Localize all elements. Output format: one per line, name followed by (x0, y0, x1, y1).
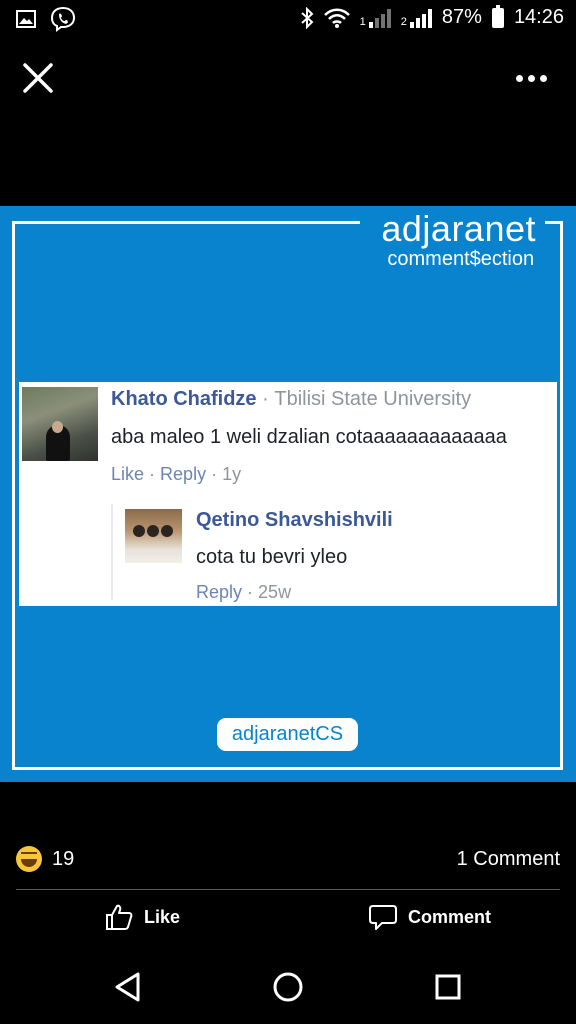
status-bar: 1 2 87% 14:26 (0, 0, 576, 42)
brand-subtitle: comment$ection (387, 248, 535, 270)
comment-button[interactable]: Comment (368, 902, 491, 932)
battery-icon (491, 4, 504, 28)
back-button[interactable] (103, 965, 153, 1009)
reply-author: Qetino Shavshishvili (196, 509, 393, 531)
signal-1-icon: 1 (360, 8, 391, 28)
recents-icon (435, 974, 461, 1000)
back-icon (115, 972, 140, 1002)
post-image[interactable]: adjaranet comment$ection Khato Chafidze … (0, 206, 576, 782)
home-icon (273, 972, 303, 1002)
comment-count-link[interactable]: 1 Comment (457, 848, 560, 871)
separator: · (262, 388, 269, 410)
navigation-bar (0, 955, 576, 1024)
close-button[interactable] (20, 60, 56, 96)
gallery-icon (16, 10, 36, 28)
comment-text: aba maleo 1 weli dzalian cotaaaaaaaaaaaa… (111, 426, 507, 448)
more-options-dot (540, 74, 547, 82)
battery-percent: 87% (441, 6, 482, 28)
sim1-label: 1 (359, 15, 366, 28)
comment-actions: Like · Reply · 1y (111, 464, 242, 484)
reply-actions: Reply · 25w (196, 582, 292, 602)
comment-label: Comment (408, 906, 492, 927)
comment-author-line: Khato Chafidze · Tbilisi State Universit… (111, 388, 471, 411)
avatar (22, 387, 98, 461)
comment-like-link: Like (111, 464, 145, 484)
wifi-icon (323, 8, 350, 28)
brand-logo: adjaranet comment$ection (381, 208, 536, 271)
clock: 14:26 (513, 6, 564, 28)
comment-time: 1y (222, 464, 242, 484)
reply-thread-line (111, 504, 113, 600)
more-options-dot (528, 74, 535, 82)
thumbs-up-icon (106, 904, 133, 930)
more-options-dot (516, 74, 523, 82)
home-button[interactable] (263, 965, 313, 1009)
bluetooth-icon (300, 6, 314, 29)
comment-bubble-icon (369, 905, 397, 930)
reply-reply-link: Reply (196, 582, 243, 602)
divider (16, 889, 560, 890)
more-options-button[interactable] (516, 68, 556, 88)
reply-avatar (125, 509, 182, 563)
brand-name: adjaranet (381, 208, 536, 249)
comment-screenshot: Khato Chafidze · Tbilisi State Universit… (19, 382, 557, 606)
reactions-summary[interactable]: 19 (16, 846, 74, 872)
comment-author: Khato Chafidze (111, 388, 257, 410)
comment-affiliation: Tbilisi State University (274, 388, 472, 410)
reaction-count: 19 (52, 847, 75, 870)
comment-reply-link: Reply (160, 464, 207, 484)
like-label: Like (144, 906, 181, 927)
signal-2-icon: 2 (401, 8, 432, 28)
reply-text: cota tu bevri yleo (196, 546, 348, 568)
viber-icon (50, 6, 76, 32)
sim2-label: 2 (400, 15, 407, 28)
haha-emoji-icon (16, 846, 42, 872)
close-icon (23, 63, 53, 93)
like-button[interactable]: Like (104, 902, 180, 932)
recents-button[interactable] (423, 965, 473, 1009)
reply-time: 25w (258, 582, 292, 602)
watermark-badge: adjaranetCS (217, 718, 358, 751)
